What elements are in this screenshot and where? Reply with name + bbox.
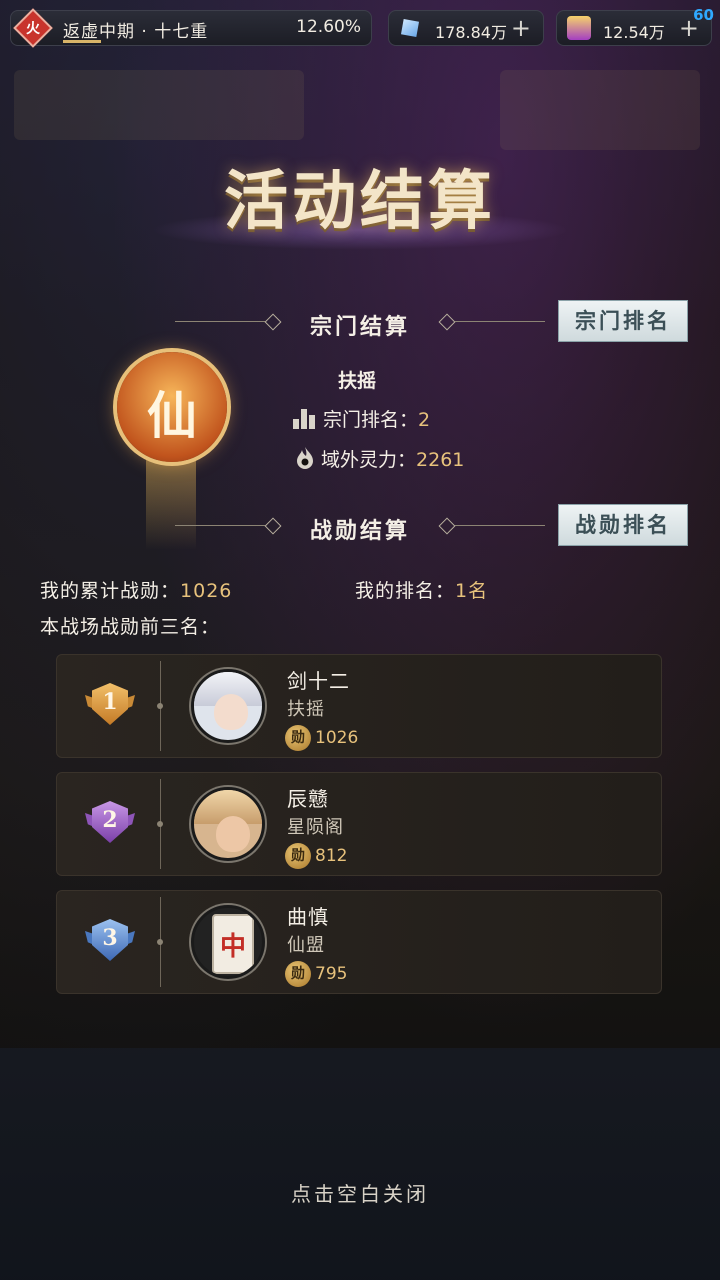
- sect-emblem: 仙: [113, 352, 231, 470]
- realm-progress-text: 12.60%: [296, 17, 361, 37]
- currency-spirit-stone: 178.84万 +: [388, 10, 544, 46]
- top-bar: 火 返虚中期 · 十七重 12.60% 178.84万 + 12.54万 + 6…: [0, 0, 720, 54]
- merit-coin-icon: 勋: [285, 725, 311, 751]
- row-dot: [157, 703, 163, 709]
- merit-settlement-header: 战勋结算: [175, 509, 545, 544]
- player-sect: 仙盟: [287, 935, 325, 956]
- merit-ranking-button[interactable]: 战勋排名: [558, 504, 688, 546]
- player-merit: 795: [315, 964, 348, 984]
- outer-power-label: 域外灵力：: [321, 449, 417, 471]
- divider-right: [455, 321, 545, 322]
- fps-counter: 60: [693, 6, 714, 24]
- sect-rank-value: 2: [418, 409, 431, 431]
- mahjong-tile-icon: 中: [212, 914, 254, 974]
- sect-rank-stat: 宗门排名：2: [293, 405, 430, 432]
- emblem-char: 仙: [147, 386, 197, 445]
- background-panel-right: [500, 70, 700, 150]
- rank-2-medal-icon: 2: [85, 801, 135, 845]
- background-panel-left: [14, 70, 304, 140]
- sect-rank-label: 宗门排名：: [323, 409, 419, 431]
- divider-right: [455, 525, 545, 526]
- player-name: 曲慎: [287, 905, 329, 929]
- gem-icon: [567, 16, 591, 40]
- my-total-merit-value: 1026: [180, 580, 233, 602]
- leaderboard-row[interactable]: 3 中 曲慎 仙盟 勋 795: [56, 890, 662, 994]
- avatar[interactable]: 中: [191, 905, 265, 979]
- page-title: 活动结算: [224, 164, 496, 239]
- player-sect: 星陨阁: [287, 817, 344, 838]
- my-total-merit: 我的累计战勋：1026: [40, 576, 232, 603]
- row-dot: [157, 939, 163, 945]
- realm-level-bar[interactable]: 火 返虚中期 · 十七重 12.60%: [10, 8, 372, 48]
- row-dot: [157, 821, 163, 827]
- sect-name: 扶摇: [338, 370, 377, 392]
- player-name: 剑十二: [287, 669, 350, 693]
- merit-settlement-title: 战勋结算: [309, 519, 410, 544]
- leaderboard-row[interactable]: 1 剑十二 扶摇 勋 1026: [56, 654, 662, 758]
- sect-settlement-title: 宗门结算: [309, 315, 410, 340]
- ranking-bars-icon: [293, 409, 319, 429]
- avatar[interactable]: [191, 787, 265, 861]
- sect-ranking-button[interactable]: 宗门排名: [558, 300, 688, 342]
- outer-power-stat: 域外灵力：2261: [293, 445, 464, 472]
- flame-icon: [297, 447, 313, 469]
- outer-power-value: 2261: [416, 449, 465, 471]
- player-sect: 扶摇: [287, 699, 325, 720]
- background-bottom-menu: [0, 1048, 720, 1280]
- player-merit: 1026: [315, 728, 359, 748]
- my-rank: 我的排名：1名: [355, 576, 488, 603]
- crystal-icon: [395, 13, 426, 44]
- top3-label: 本战场战勋前三名：: [40, 616, 221, 638]
- leaderboard-row[interactable]: 2 辰戆 星陨阁 勋 812: [56, 772, 662, 876]
- merit-coin-icon: 勋: [285, 843, 311, 869]
- rank-3-medal-icon: 3: [85, 919, 135, 963]
- player-name: 辰戆: [287, 787, 329, 811]
- realm-progress-bar: [63, 40, 101, 43]
- sect-settlement-header: 宗门结算: [175, 305, 545, 340]
- tap-to-close-hint[interactable]: 点击空白关闭: [0, 1178, 720, 1207]
- add-spirit-stone-button[interactable]: +: [511, 15, 531, 41]
- fire-element-icon: 火: [13, 8, 53, 48]
- avatar[interactable]: [191, 669, 265, 743]
- rank-1-medal-icon: 1: [85, 683, 135, 727]
- currency-gem: 12.54万 +: [556, 10, 712, 46]
- my-total-merit-label: 我的累计战勋：: [40, 580, 181, 602]
- merit-coin-icon: 勋: [285, 961, 311, 987]
- currency-gem-amount: 12.54万: [603, 23, 665, 42]
- my-rank-label: 我的排名：: [355, 580, 456, 602]
- my-rank-value: 1名: [455, 580, 489, 602]
- realm-name: 返虚中期 · 十七重: [63, 22, 209, 42]
- player-merit: 812: [315, 846, 348, 866]
- currency-spirit-stone-amount: 178.84万: [435, 23, 507, 42]
